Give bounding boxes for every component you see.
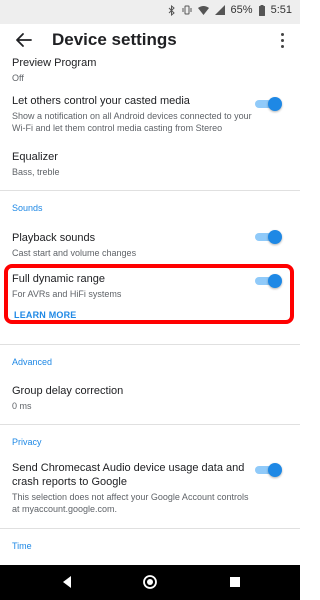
full-dynamic-range-subtitle: For AVRs and HiFi systems	[12, 289, 122, 299]
full-dynamic-range-item[interactable]: Full dynamic range For AVRs and HiFi sys…	[12, 272, 252, 300]
let-others-control-item[interactable]: Let others control your casted media Sho…	[12, 94, 252, 134]
divider	[0, 344, 300, 345]
signal-icon	[214, 5, 225, 15]
section-sounds: Sounds	[12, 203, 43, 213]
playback-sounds-title: Playback sounds	[12, 232, 96, 244]
back-arrow-icon[interactable]	[12, 28, 36, 52]
vibrate-icon	[182, 5, 192, 15]
playback-sounds-item[interactable]: Playback sounds Cast start and volume ch…	[12, 231, 252, 259]
group-delay-subtitle: 0 ms	[12, 401, 32, 411]
equalizer-subtitle: Bass, treble	[12, 167, 60, 177]
page-title: Device settings	[52, 30, 177, 49]
app-bar: Device settings	[0, 24, 300, 56]
section-advanced: Advanced	[12, 357, 53, 367]
group-delay-item[interactable]: Group delay correction 0 ms	[12, 384, 252, 412]
battery-percent: 65%	[230, 4, 253, 16]
let-others-control-title: Let others control your casted media	[12, 95, 190, 107]
preview-program-item[interactable]: Preview Program Off	[12, 56, 252, 84]
battery-icon	[258, 4, 265, 16]
playback-sounds-subtitle: Cast start and volume changes	[12, 248, 137, 258]
send-data-item[interactable]: Send Chromecast Audio device usage data …	[12, 461, 252, 515]
full-dynamic-range-title: Full dynamic range	[12, 273, 105, 285]
more-options-icon[interactable]	[276, 28, 288, 52]
send-data-subtitle: This selection does not affect your Goog…	[12, 492, 249, 514]
preview-program-subtitle: Off	[12, 73, 24, 83]
section-privacy: Privacy	[12, 437, 42, 447]
navigation-bar	[0, 565, 300, 600]
preview-program-title: Preview Program	[12, 57, 97, 69]
let-others-control-toggle[interactable]	[252, 97, 282, 111]
section-time: Time	[12, 541, 32, 551]
learn-more-link[interactable]: LEARN MORE	[14, 310, 77, 320]
home-nav-icon[interactable]	[143, 575, 157, 589]
full-dynamic-range-toggle[interactable]	[252, 274, 282, 288]
recents-nav-icon[interactable]	[228, 575, 242, 589]
playback-sounds-toggle[interactable]	[252, 230, 282, 244]
wifi-icon	[197, 5, 209, 15]
send-data-title: Send Chromecast Audio device usage data …	[12, 462, 245, 488]
send-data-toggle[interactable]	[252, 463, 282, 477]
settings-list: Preview Program Off Let others control y…	[0, 56, 300, 565]
equalizer-item[interactable]: Equalizer Bass, treble	[12, 150, 252, 178]
bluetooth-icon	[168, 4, 176, 16]
let-others-control-subtitle: Show a notification on all Android devic…	[12, 111, 252, 133]
divider	[0, 528, 300, 529]
equalizer-title: Equalizer	[12, 151, 58, 163]
clock: 5:51	[270, 4, 292, 16]
divider	[0, 190, 300, 191]
back-nav-icon[interactable]	[60, 575, 74, 589]
status-bar: 65% 5:51	[0, 0, 300, 24]
divider	[0, 424, 300, 425]
group-delay-title: Group delay correction	[12, 385, 124, 397]
